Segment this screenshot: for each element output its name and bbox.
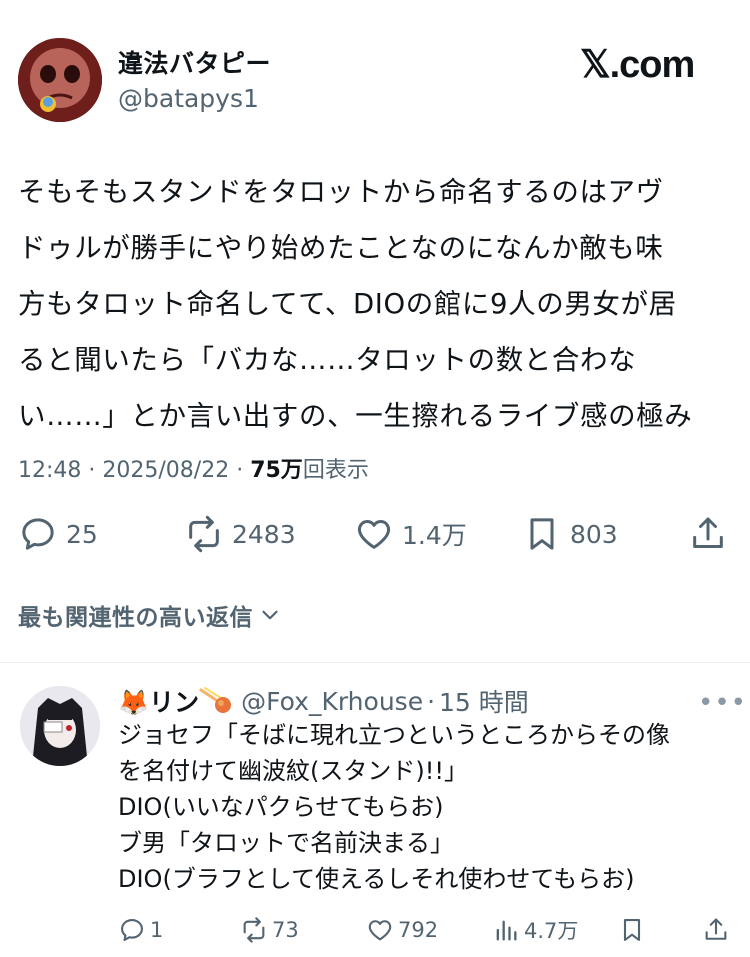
reply-author-name[interactable]: 🦊リン [118,683,199,719]
reply-count: 25 [66,519,98,549]
share-button[interactable] [688,512,736,556]
reply-author-avatar[interactable] [20,686,100,766]
reply-icon [22,518,54,550]
bookmark-button[interactable]: 803 [522,512,618,556]
meteor-icon [199,687,232,713]
sort-replies-label: 最も関連性の高い返信 [18,605,253,631]
reply-bookmark-button[interactable] [618,912,650,948]
repost-button[interactable]: 2483 [184,512,296,556]
like-button[interactable]: 1.4万 [354,512,467,556]
bookmark-icon [623,919,641,941]
avatar-image [20,686,100,766]
reply-view-count: 4.7万 [524,919,579,943]
reply-icon [121,919,143,941]
reply-repost-count: 73 [272,918,299,942]
reply-separator: · [427,686,436,716]
share-icon [693,517,723,548]
reply-views-button[interactable]: 4.7万 [492,912,578,948]
sort-replies-dropdown[interactable]: 最も関連性の高い返信 [18,598,283,632]
share-icon [705,918,727,940]
reply-reply-button[interactable]: 1 [118,912,163,948]
reply-share-button[interactable] [702,912,734,948]
author-display-name[interactable]: 違法バタピー [118,44,271,80]
reply-like-count: 792 [398,918,439,942]
chevron-down-icon [262,610,278,620]
tweet-time[interactable]: 12:48 [18,458,81,483]
more-options-button[interactable]: ••• [698,688,747,718]
repost-icon [189,515,219,553]
reply-time[interactable]: 15 時間 [439,683,529,719]
reply-repost-button[interactable]: 73 [240,912,299,948]
bookmark-count: 803 [570,519,618,549]
reply-author-handle[interactable]: @Fox_Krhouse [241,687,423,716]
divider [0,662,750,663]
view-label: 回表示 [302,458,369,483]
author-avatar[interactable] [18,38,102,122]
like-count: 1.4万 [402,521,467,550]
reply-header: 🦊リン @Fox_Krhouse · 15 時間 [118,683,529,719]
tweet-date[interactable]: 2025/08/22 [102,458,229,483]
avatar-image [18,38,102,122]
repost-icon [243,917,265,943]
repost-count: 2483 [232,519,296,549]
tweet-text: そもそもスタンドをタロットから命名するのはアヴ ドゥルが勝手にやり始めたことなの… [18,176,693,432]
reply-text: ジョセフ「そばに現れ立つというところからその像 を名付けて幽波紋(スタンド)!!… [118,721,670,893]
analytics-icon [496,920,517,941]
heart-icon [368,920,392,941]
author-handle[interactable]: @batapys1 [118,84,259,113]
tweet-meta: 12:48 · 2025/08/22 · 75万回表示 [18,458,369,483]
reply-button[interactable]: 25 [18,512,98,556]
view-count: 75万 [250,458,303,483]
bookmark-icon [530,518,554,550]
heart-icon [357,520,391,549]
reply-reply-count: 1 [150,918,164,942]
reply-like-button[interactable]: 792 [366,912,438,948]
x-logo: 𝕏.com [580,44,695,86]
